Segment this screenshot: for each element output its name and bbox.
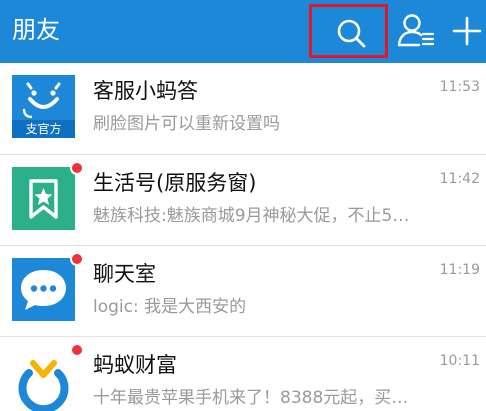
conversation-item-customer-service[interactable]: 支官方 客服小蚂答 刷脸图片可以重新设置吗 11:53 (0, 63, 486, 154)
conversation-title: 聊天室 (93, 262, 156, 286)
conversation-preview: 魅族科技:魅族商城9月神秘大促，不止5… (93, 206, 410, 226)
conversation-time: 11:42 (439, 171, 480, 187)
contacts-button[interactable] (397, 12, 437, 50)
conversation-title: 蚂蚁财富 (93, 353, 177, 377)
conversation-list: 支官方 客服小蚂答 刷脸图片可以重新设置吗 11:53 生活号(原服务窗) 魅族… (0, 63, 486, 411)
page-title: 朋友 (12, 16, 60, 44)
conversation-item-ant-fortune[interactable]: 蚂蚁财富 十年最贵苹果手机来了！8388元起，买… 10:11 (0, 336, 486, 411)
unread-dot (70, 161, 84, 175)
unread-dot (70, 343, 84, 357)
conversation-time: 10:11 (439, 353, 480, 369)
bookmark-star-icon (29, 179, 58, 219)
plus-icon (452, 16, 482, 46)
app-window: 朋友 支官方 客服小蚂答 刷脸图片可以重新设置吗 11:53 生活号(原服务窗)… (0, 0, 486, 411)
avatar (12, 343, 84, 411)
alipay-icon: 支 (25, 122, 38, 136)
conversation-time: 11:19 (439, 262, 480, 278)
conversation-title: 生活号(原服务窗) (93, 171, 257, 195)
search-button[interactable] (309, 4, 388, 58)
avatar (12, 252, 84, 321)
official-tag: 支官方 (12, 120, 75, 138)
add-button[interactable] (449, 12, 485, 50)
contacts-icon (397, 14, 435, 47)
search-icon (337, 19, 366, 48)
chat-bubble-icon (21, 270, 66, 310)
conversation-preview: 刷脸图片可以重新设置吗 (93, 114, 280, 134)
conversation-preview: logic: 我是大西安的 (93, 297, 247, 317)
conversation-item-life-account[interactable]: 生活号(原服务窗) 魅族科技:魅族商城9月神秘大促，不止5… 11:42 (0, 154, 486, 245)
ant-fortune-logo-icon (18, 360, 69, 411)
conversation-item-chatroom[interactable]: 聊天室 logic: 我是大西安的 11:19 (0, 245, 486, 336)
conversation-time: 11:53 (439, 79, 480, 95)
conversation-title: 客服小蚂答 (93, 79, 198, 103)
top-bar: 朋友 (0, 0, 486, 63)
avatar (12, 161, 84, 230)
unread-dot (70, 252, 84, 266)
avatar: 支官方 (12, 75, 75, 138)
conversation-preview: 十年最贵苹果手机来了！8388元起，买… (93, 388, 409, 408)
